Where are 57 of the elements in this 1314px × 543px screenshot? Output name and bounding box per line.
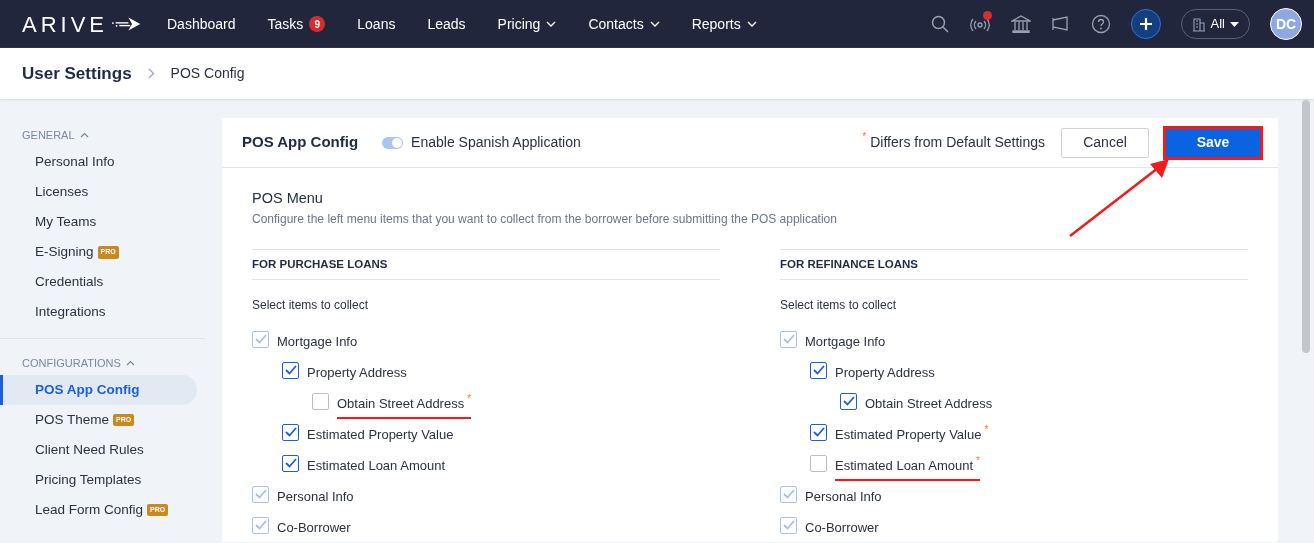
toggle-label: Enable Spanish Application	[411, 133, 581, 152]
checkbox-label: Personal Info	[277, 487, 354, 506]
sidebar-item[interactable]: Client Need Rules	[0, 435, 197, 465]
plus-icon	[1138, 17, 1153, 31]
chevron-icon[interactable]	[125, 359, 135, 366]
nav-link[interactable]: Pricing	[497, 13, 557, 35]
sidebar-item[interactable]: My Teams	[0, 207, 197, 238]
sidebar-item[interactable]: POS App Config	[0, 375, 197, 405]
breadcrumb-current: POS Config	[170, 64, 245, 83]
scrollbar[interactable]	[1302, 100, 1310, 353]
sidebar-item[interactable]: Pricing Templates	[0, 465, 197, 495]
nav-link[interactable]: Loans	[357, 13, 396, 35]
help-icon[interactable]	[1090, 14, 1111, 34]
chevron-icon[interactable]	[79, 132, 89, 139]
nav-link[interactable]: Leads	[427, 13, 466, 35]
sidebar-item[interactable]: Credentials	[0, 267, 197, 298]
checkbox-label: Mortgage Info	[277, 332, 358, 351]
checkbox-label: Estimated Loan Amount	[307, 456, 446, 475]
chevron-right-icon	[147, 68, 155, 79]
column-title: FOR REFINANCE LOANS	[780, 248, 1248, 280]
breadcrumb-link[interactable]: User Settings	[22, 60, 132, 87]
checkbox-label: Obtain Street Address *	[337, 387, 472, 419]
checkbox-label: Co-Borrower	[805, 518, 879, 537]
column-title: FOR PURCHASE LOANS	[252, 248, 720, 280]
checkbox-label: Personal Info	[805, 487, 882, 506]
add-button[interactable]	[1130, 9, 1161, 39]
nav-link[interactable]: Tasks 9	[267, 13, 326, 35]
logo-text: ARIVE	[22, 10, 109, 39]
sidebar-item[interactable]: Integrations	[0, 297, 197, 328]
count-badge: 9	[309, 16, 326, 32]
section-title: POS Menu	[252, 189, 324, 208]
sidebar-item[interactable]: Licenses	[0, 177, 197, 208]
nav-link[interactable]: Reports	[691, 13, 757, 35]
nav-link[interactable]: Dashboard	[167, 13, 236, 35]
bank-icon[interactable]	[1010, 15, 1031, 33]
checkbox-label: Obtain Street Address	[865, 394, 993, 413]
nav-link[interactable]: Contacts	[588, 13, 660, 35]
building-icon	[1191, 16, 1206, 32]
legend-text: * Differs from Default Settings	[861, 132, 1045, 152]
checkbox-label: Estimated Property Value *	[835, 422, 989, 444]
megaphone-icon[interactable]	[1050, 15, 1071, 33]
caret-icon	[1230, 21, 1239, 27]
checkbox-label: Property Address	[307, 363, 407, 382]
sidebar-item[interactable]: Personal Info	[0, 147, 197, 178]
search-icon[interactable]	[930, 15, 949, 33]
panel-title: POS App Config	[242, 132, 359, 153]
save-button[interactable]: Save	[1166, 128, 1260, 157]
section-description: Configure the left menu items that you want to collect from the borrower before submitting the POS application	[252, 210, 838, 228]
prompt-text: Select items to collect	[252, 296, 370, 314]
checkbox-label: Mortgage Info	[805, 332, 886, 351]
prompt-text: Select items to collect	[780, 296, 898, 314]
checkbox-label: Co-Borrower	[277, 518, 351, 537]
checkbox-label: Estimated Loan Amount *	[835, 449, 980, 481]
checkbox-label: Estimated Property Value	[307, 425, 454, 444]
cancel-button[interactable]: Cancel	[1061, 127, 1149, 158]
checkbox-label: Property Address	[835, 363, 935, 382]
toggle-switch[interactable]	[382, 136, 404, 149]
